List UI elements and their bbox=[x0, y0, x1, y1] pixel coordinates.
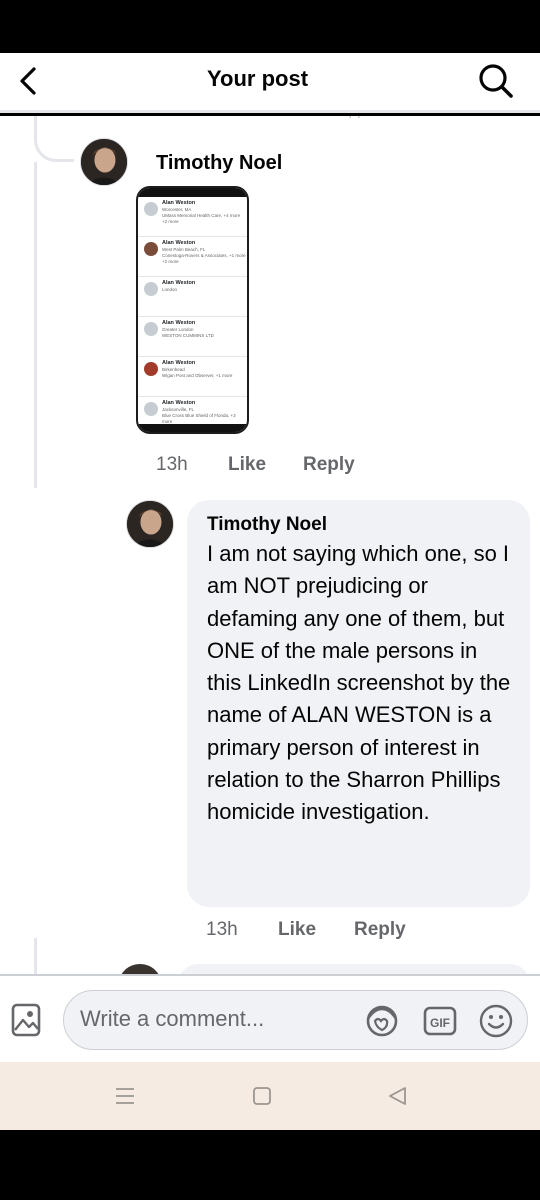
top-app-bar: Your post bbox=[0, 53, 540, 113]
attached-screenshot[interactable]: Alan Weston Worcester, MA UMass Memorial H… bbox=[136, 186, 249, 434]
reply-button[interactable]: Reply bbox=[354, 919, 406, 941]
screenshot-result-row: Alan Weston Birkenhead Wigan Post and Obse… bbox=[138, 357, 247, 397]
search-icon[interactable] bbox=[476, 61, 516, 101]
screenshot-result-detail: +2 more bbox=[162, 219, 179, 224]
like-button[interactable]: Like bbox=[228, 454, 266, 476]
screenshot-avatar bbox=[144, 362, 158, 376]
comment-time: 13h bbox=[206, 919, 238, 940]
screenshot-nav-bar bbox=[138, 424, 247, 432]
screenshot-result-detail: London bbox=[162, 287, 178, 292]
photo-icon[interactable] bbox=[10, 1002, 42, 1038]
page-title: Your post bbox=[206, 66, 309, 91]
svg-text:GIF: GIF bbox=[430, 1016, 450, 1030]
comment-bubble[interactable]: Timothy Noel I am not saying which one, … bbox=[187, 500, 530, 907]
comment-composer: Write a comment... GIF bbox=[0, 974, 540, 1062]
avatar-sticker-icon[interactable] bbox=[364, 1003, 400, 1039]
home-square-icon[interactable] bbox=[250, 1084, 274, 1108]
clipped-text-fragment: · · bbox=[348, 116, 362, 124]
system-nav-bar bbox=[0, 1062, 540, 1130]
screenshot-avatar bbox=[144, 242, 158, 256]
screenshot-result-detail: Wigan Post and Observer, +1 more bbox=[162, 373, 233, 378]
back-triangle-icon[interactable] bbox=[386, 1084, 410, 1108]
screenshot-result-name: Alan Weston bbox=[162, 280, 196, 286]
comments-list[interactable]: · · Timothy Noel Alan Weston Worcester, M… bbox=[0, 116, 540, 974]
screenshot-result-name: Alan Weston bbox=[162, 240, 196, 246]
thread-line bbox=[34, 162, 37, 488]
comment-input-placeholder: Write a comment... bbox=[80, 1006, 265, 1031]
comment-text: I am not saying which one, so I am NOT p… bbox=[207, 541, 511, 825]
screenshot-result-row: Alan Weston West Palm Beach, FL Conestoga-… bbox=[138, 237, 247, 277]
menu-icon[interactable] bbox=[113, 1084, 137, 1108]
comment-author[interactable]: Timothy Noel bbox=[207, 514, 512, 536]
comment-input[interactable]: Write a comment... GIF bbox=[63, 990, 528, 1050]
screenshot-status-bar bbox=[138, 188, 247, 197]
comment-author[interactable]: Timothy Noel bbox=[156, 152, 282, 175]
screenshot-result-detail: WESTON CUMMINS LTD bbox=[162, 333, 214, 338]
comment-time: 13h bbox=[156, 454, 188, 475]
thread-line bbox=[34, 938, 37, 974]
comment-bubble[interactable] bbox=[178, 964, 530, 974]
avatar[interactable] bbox=[118, 964, 162, 974]
screenshot-avatar bbox=[144, 282, 158, 296]
avatar[interactable] bbox=[126, 500, 174, 548]
screenshot-result-name: Alan Weston bbox=[162, 400, 196, 406]
screenshot-avatar bbox=[144, 322, 158, 336]
screenshot-result-name: Alan Weston bbox=[162, 200, 196, 206]
screenshot-result-detail: +2 more bbox=[162, 259, 179, 264]
screenshot-avatar bbox=[144, 402, 158, 416]
screenshot-result-name: Alan Weston bbox=[162, 320, 196, 326]
like-button[interactable]: Like bbox=[278, 919, 316, 941]
screenshot-result-row: Alan Weston London bbox=[138, 277, 247, 317]
avatar[interactable] bbox=[80, 138, 128, 186]
status-bar bbox=[0, 0, 540, 53]
screenshot-avatar bbox=[144, 202, 158, 216]
screenshot-result-row: Alan Weston Greater London WESTON CUMMINS … bbox=[138, 317, 247, 357]
reply-button[interactable]: Reply bbox=[303, 454, 355, 476]
screenshot-result-name: Alan Weston bbox=[162, 360, 196, 366]
screenshot-result-row: Alan Weston Worcester, MA UMass Memorial H… bbox=[138, 197, 247, 237]
emoji-icon[interactable] bbox=[478, 1003, 514, 1039]
gif-icon[interactable]: GIF bbox=[422, 1003, 458, 1039]
thread-connector bbox=[34, 116, 74, 162]
